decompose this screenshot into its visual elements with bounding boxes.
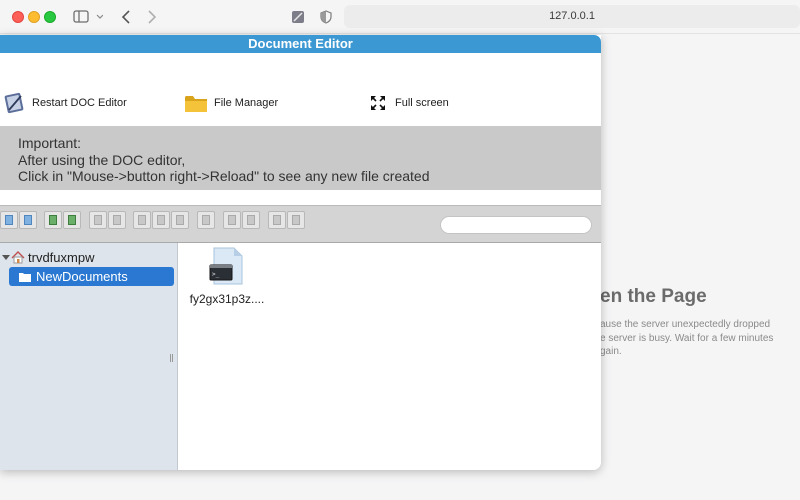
document-editor-icon — [4, 92, 24, 114]
file-manager: trvdfuxmpw NewDocuments >_ fy2gx31p3z...… — [0, 205, 601, 470]
sidebar-toggle-button[interactable] — [71, 6, 105, 28]
restart-label: Restart DOC Editor — [32, 97, 127, 109]
notice-text: Click in "Mouse->button right->Reload" t… — [18, 168, 430, 184]
home-icon — [11, 250, 25, 263]
svg-text:>_: >_ — [212, 271, 220, 278]
chevron-right-icon — [148, 10, 157, 24]
error-line: gain. — [600, 346, 622, 357]
file-manager-button[interactable]: File Manager — [184, 91, 278, 115]
folder-tree: trvdfuxmpw NewDocuments — [0, 243, 178, 470]
copy-icon[interactable] — [133, 211, 151, 229]
file-manager-toolbar — [0, 206, 601, 243]
new-file-icon[interactable] — [89, 211, 107, 229]
error-title: en the Page — [600, 286, 707, 307]
page-favicon-button[interactable] — [289, 6, 307, 28]
delete-icon[interactable] — [197, 211, 215, 229]
restart-editor-button[interactable]: Restart DOC Editor — [4, 91, 127, 115]
minimize-window-button[interactable] — [28, 11, 40, 23]
collapse-arrow-icon[interactable] — [2, 253, 10, 261]
window-title: Document Editor — [0, 35, 601, 53]
error-line: ause the server unexpectedly dropped — [600, 319, 771, 330]
sort-icon[interactable] — [287, 211, 305, 229]
action-bar: Restart DOC Editor File Manager Full scr… — [0, 53, 601, 125]
document-editor-window: Document Editor Restart DOC Editor File … — [0, 35, 601, 470]
tree-item-root[interactable]: trvdfuxmpw — [2, 249, 94, 265]
rename-icon[interactable] — [223, 211, 241, 229]
browser-toolbar: 127.0.0.1 — [0, 0, 800, 34]
save-icon[interactable] — [63, 211, 81, 229]
file-list: >_ fy2gx31p3z.... — [178, 243, 601, 470]
zoom-window-button[interactable] — [44, 11, 56, 23]
forward-icon[interactable] — [19, 211, 37, 229]
info-icon[interactable] — [242, 211, 260, 229]
tree-item-label: NewDocuments — [36, 269, 128, 284]
privacy-report-button[interactable] — [317, 6, 335, 28]
back-icon[interactable] — [0, 211, 18, 229]
back-button[interactable] — [117, 6, 135, 28]
expand-icon — [371, 96, 385, 110]
error-message: ause the server unexpectedly dropped e s… — [600, 318, 773, 359]
file-item[interactable]: >_ fy2gx31p3z.... — [182, 247, 272, 306]
notice-heading: Important: — [18, 135, 82, 151]
full-screen-label: Full screen — [395, 97, 449, 109]
editor-app-icon — [292, 11, 304, 23]
address-text: 127.0.0.1 — [549, 10, 595, 22]
view-icon[interactable] — [268, 211, 286, 229]
file-manager-label: File Manager — [214, 97, 279, 109]
tree-item-newdocuments[interactable]: NewDocuments — [9, 267, 174, 286]
sidebar-icon — [73, 10, 103, 23]
tree-root-label: trvdfuxmpw — [28, 249, 95, 265]
full-screen-button[interactable]: Full screen — [370, 91, 449, 115]
cut-icon[interactable] — [152, 211, 170, 229]
close-window-button[interactable] — [12, 11, 24, 23]
download-icon[interactable] — [44, 211, 62, 229]
important-notice: Important: After using the DOC editor, C… — [0, 126, 601, 190]
terminal-file-icon: >_ — [209, 247, 243, 285]
folder-icon — [19, 272, 31, 282]
chevron-left-icon — [121, 10, 130, 24]
error-line: e server is busy. Wait for a few minutes — [600, 332, 774, 344]
shield-icon — [320, 10, 332, 24]
forward-button[interactable] — [143, 6, 161, 28]
folder-icon — [185, 96, 207, 112]
address-bar[interactable]: 127.0.0.1 — [344, 5, 800, 28]
file-search-input[interactable] — [440, 216, 592, 234]
pane-resize-handle[interactable] — [170, 354, 173, 362]
new-folder-icon[interactable] — [108, 211, 126, 229]
file-name: fy2gx31p3z.... — [189, 292, 265, 306]
paste-icon[interactable] — [171, 211, 189, 229]
notice-text: After using the DOC editor, — [18, 151, 186, 168]
